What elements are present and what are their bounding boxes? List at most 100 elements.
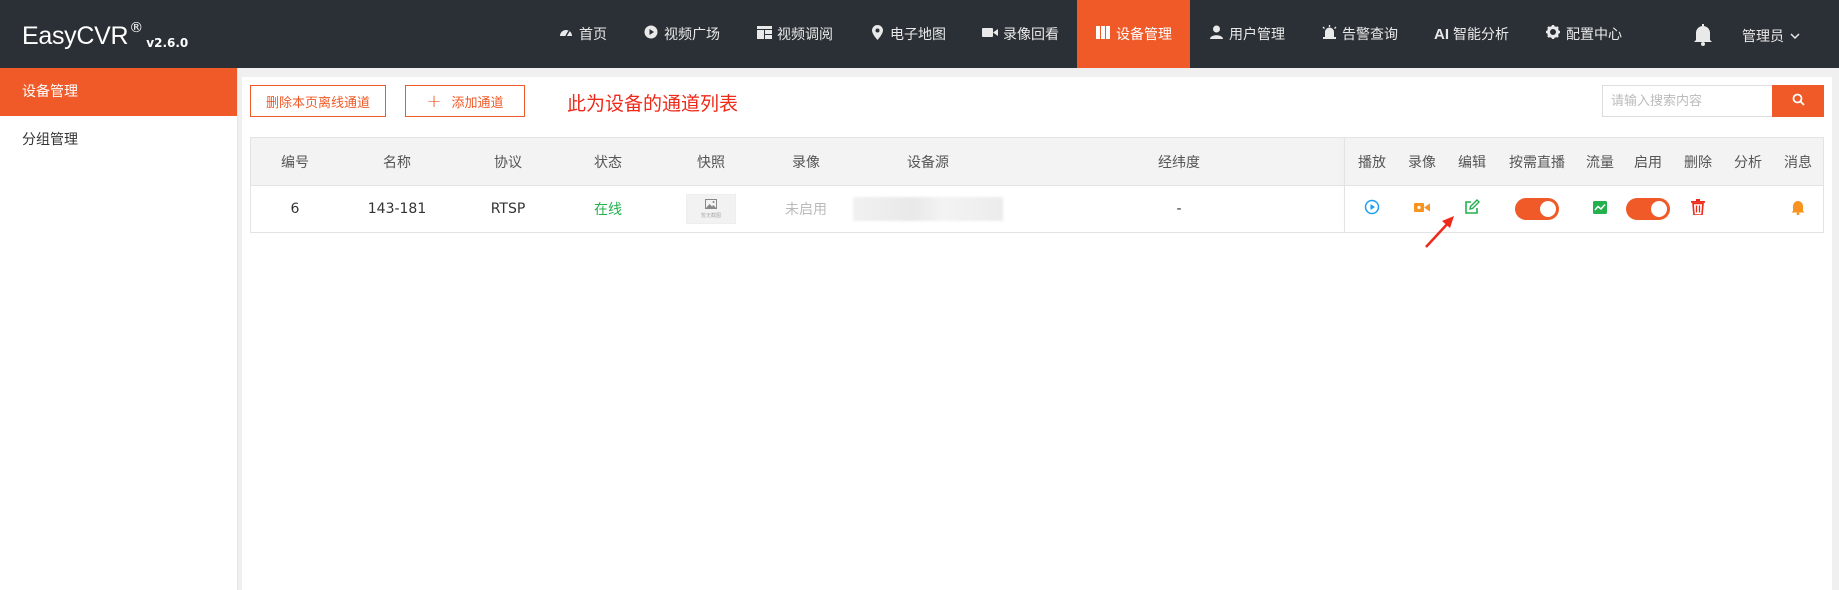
search-input[interactable] [1602, 85, 1772, 117]
sidebar-item-device-management[interactable]: 设备管理 [0, 68, 237, 116]
snapshot-thumbnail[interactable]: 暂无截图 [686, 194, 736, 224]
play-icon[interactable] [1364, 199, 1380, 219]
col-header-delete: 删除 [1684, 154, 1712, 171]
col-header-traffic: 流量 [1586, 154, 1614, 171]
nav-item-user-management[interactable]: 用户管理 [1190, 0, 1303, 68]
video-camera-icon [982, 27, 998, 42]
col-header-status: 状态 [594, 154, 622, 171]
user-name: 管理员 [1742, 29, 1784, 45]
annotation-arrow-icon [1425, 216, 1454, 248]
search-icon [1792, 93, 1805, 110]
nav-item-playback[interactable]: 录像回看 [964, 0, 1077, 68]
col-header-play: 播放 [1358, 154, 1386, 171]
play-circle-icon [643, 25, 659, 43]
col-header-id: 编号 [281, 154, 309, 171]
search-button[interactable] [1772, 85, 1824, 117]
image-icon [705, 199, 717, 211]
col-header-enable: 启用 [1634, 154, 1662, 171]
edit-icon[interactable] [1464, 199, 1480, 219]
main-panel: 删除本页离线通道 + 添加通道 此为设备的通道列表 编号 名称 协议 状态 快照… [242, 77, 1832, 590]
add-channel-button[interactable]: + 添加通道 [405, 85, 525, 117]
cell-device-source [845, 186, 1011, 232]
chevron-down-icon [1790, 31, 1800, 42]
col-header-record: 录像 [792, 154, 820, 171]
col-header-protocol: 协议 [494, 154, 522, 171]
ai-prefix: AI [1434, 25, 1449, 43]
table-header: 编号 名称 协议 状态 快照 录像 设备源 经纬度 播放 录像 编辑 按需直播 … [251, 138, 1823, 186]
col-header-device-source: 设备源 [907, 154, 949, 171]
main-nav: 首页 视频广场 视频调阅 电子地图 录像回看 设备管理 用户管理 告警查询 AI… [540, 0, 1640, 68]
traffic-chart-icon[interactable] [1593, 200, 1607, 218]
cell-analysis [1723, 186, 1773, 232]
nav-label: 用户管理 [1229, 27, 1285, 43]
brand-name: EasyCVR [22, 22, 129, 50]
table-row: 6 143-181 RTSP 在线 暂无截图 未启用 - [251, 186, 1823, 232]
col-header-name: 名称 [383, 154, 411, 171]
col-header-message: 消息 [1784, 154, 1812, 171]
nav-item-home[interactable]: 首页 [540, 0, 625, 68]
nav-label: 视频调阅 [777, 27, 833, 43]
toggle-knob [1540, 201, 1556, 217]
nav-item-video-review[interactable]: 视频调阅 [738, 0, 851, 68]
brand-version: v2.6.0 [146, 36, 189, 50]
cell-enable [1623, 186, 1673, 232]
top-navbar: EasyCVR ® v2.6.0 首页 视频广场 视频调阅 电子地图 录像回看 … [0, 0, 1839, 68]
cell-record: 未启用 [785, 202, 827, 218]
nav-item-alarm-query[interactable]: 告警查询 [1303, 0, 1416, 68]
sidebar: 设备管理 分组管理 [0, 68, 238, 590]
channel-table: 编号 名称 协议 状态 快照 录像 设备源 经纬度 播放 录像 编辑 按需直播 … [250, 137, 1824, 233]
add-channel-label: 添加通道 [451, 95, 504, 111]
bell-icon[interactable] [1791, 200, 1805, 219]
grid-icon [756, 25, 772, 43]
nav-label: 配置中心 [1566, 27, 1622, 43]
snapshot-label: 暂无截图 [700, 213, 721, 219]
cell-status: 在线 [594, 202, 622, 218]
plus-icon: + [426, 90, 442, 112]
cell-message [1773, 186, 1823, 232]
nav-item-map[interactable]: 电子地图 [851, 0, 964, 68]
col-header-edit: 编辑 [1458, 154, 1486, 171]
brand-registered-mark: ® [129, 20, 144, 36]
col-header-record-action: 录像 [1408, 154, 1436, 171]
nav-label: 录像回看 [1003, 27, 1059, 43]
enable-toggle[interactable] [1626, 198, 1670, 220]
col-header-snapshot: 快照 [697, 154, 725, 171]
on-demand-toggle[interactable] [1515, 198, 1559, 220]
cell-snapshot: 暂无截图 [655, 186, 767, 232]
cell-delete [1673, 186, 1723, 232]
device-source-redacted [853, 197, 1003, 221]
cell-name: 143-181 [367, 201, 427, 217]
col-header-on-demand: 按需直播 [1509, 154, 1565, 171]
nav-label: 智能分析 [1453, 27, 1509, 43]
cell-on-demand [1497, 186, 1577, 232]
annotation-text: 此为设备的通道列表 [567, 93, 739, 115]
user-menu[interactable]: 管理员 [1742, 26, 1800, 46]
col-header-analysis: 分析 [1734, 154, 1762, 171]
cell-traffic [1577, 186, 1623, 232]
col-header-latlng: 经纬度 [1158, 154, 1200, 171]
brand-logo[interactable]: EasyCVR ® v2.6.0 [22, 20, 189, 51]
toggle-knob [1651, 201, 1667, 217]
nav-label: 电子地图 [890, 27, 946, 43]
cell-latlng: - [1176, 201, 1182, 217]
nav-label: 设备管理 [1116, 27, 1172, 43]
bell-icon[interactable] [1693, 24, 1713, 46]
gear-icon [1545, 25, 1561, 43]
fixed-columns-divider [1344, 138, 1345, 232]
trash-icon[interactable] [1691, 199, 1705, 219]
columns-icon [1095, 25, 1111, 43]
nav-label: 告警查询 [1342, 27, 1398, 43]
nav-label: 首页 [579, 27, 607, 43]
map-pin-icon [869, 24, 885, 44]
dashboard-icon [558, 26, 574, 42]
nav-item-device-management[interactable]: 设备管理 [1077, 0, 1190, 68]
nav-item-ai-analysis[interactable]: AI 智能分析 [1416, 0, 1527, 68]
nav-label: 视频广场 [664, 27, 720, 43]
nav-item-config-center[interactable]: 配置中心 [1527, 0, 1640, 68]
alarm-icon [1321, 25, 1337, 43]
user-icon [1208, 25, 1224, 43]
cell-play [1347, 186, 1397, 232]
delete-offline-channels-button[interactable]: 删除本页离线通道 [250, 85, 386, 117]
sidebar-item-group-management[interactable]: 分组管理 [0, 116, 237, 164]
nav-item-video-square[interactable]: 视频广场 [625, 0, 738, 68]
